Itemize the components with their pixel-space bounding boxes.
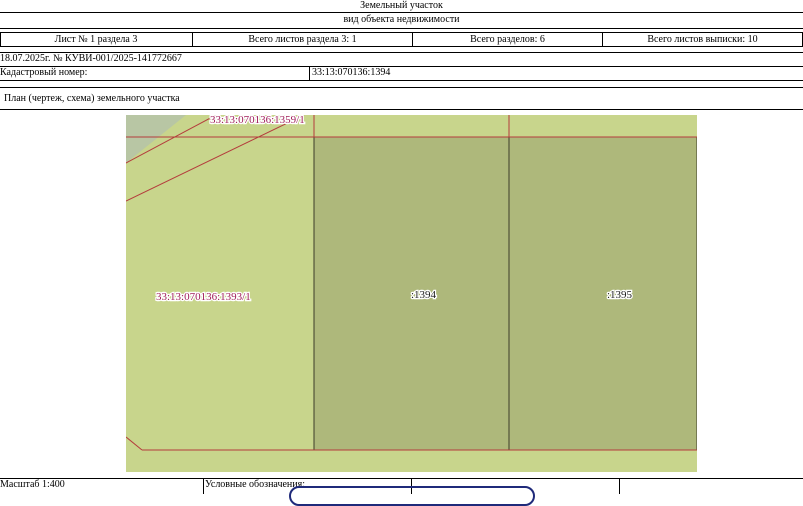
land-plot-plan: 33:13:070136:1359/1 33:13:070136:1393/1 … — [126, 115, 697, 472]
label-top-parcel: 33:13:070136:1359/1 — [210, 115, 305, 126]
extract-bottom — [0, 80, 803, 81]
footer-sep-3 — [619, 478, 620, 494]
plan-title-top — [0, 87, 803, 88]
parcel-1395 — [508, 136, 697, 451]
extract-mid — [0, 66, 803, 67]
legend-symbol — [289, 486, 535, 506]
footer-sep-1 — [203, 478, 204, 494]
sheet-number: Лист № 1 раздела 3 — [54, 34, 138, 45]
cadastral-label: Кадастровый номер: — [0, 67, 88, 78]
footer-top — [0, 478, 803, 479]
header-divider — [0, 12, 803, 13]
total-sections: Всего разделов: 6 — [470, 34, 545, 45]
label-right-parcel: :1395 — [607, 289, 633, 301]
cadastral-value: 33:13:070136:1394 — [312, 67, 391, 78]
header-divider-2 — [0, 28, 803, 29]
label-main-parcel: :1394 — [411, 289, 437, 301]
scale-label: Масштаб 1:400 — [0, 479, 65, 490]
plan-title-bottom — [0, 109, 803, 110]
plan-title: План (чертеж, схема) земельного участка — [4, 93, 180, 104]
label-left-parcel: 33:13:070136:1393/1 — [156, 291, 251, 303]
object-type-caption: вид объекта недвижимости — [343, 14, 460, 25]
info-row-bottom — [0, 46, 803, 47]
extract-date-number: 18.07.2025г. № КУВИ-001/2025-141772667 — [0, 53, 182, 64]
object-type: Земельный участок — [360, 0, 443, 11]
info-row-top — [0, 32, 803, 33]
total-sheets-section: Всего листов раздела 3: 1 — [248, 34, 357, 45]
cadastral-sep — [309, 66, 310, 80]
total-sheets-extract: Всего листов выписки: 10 — [647, 34, 758, 45]
